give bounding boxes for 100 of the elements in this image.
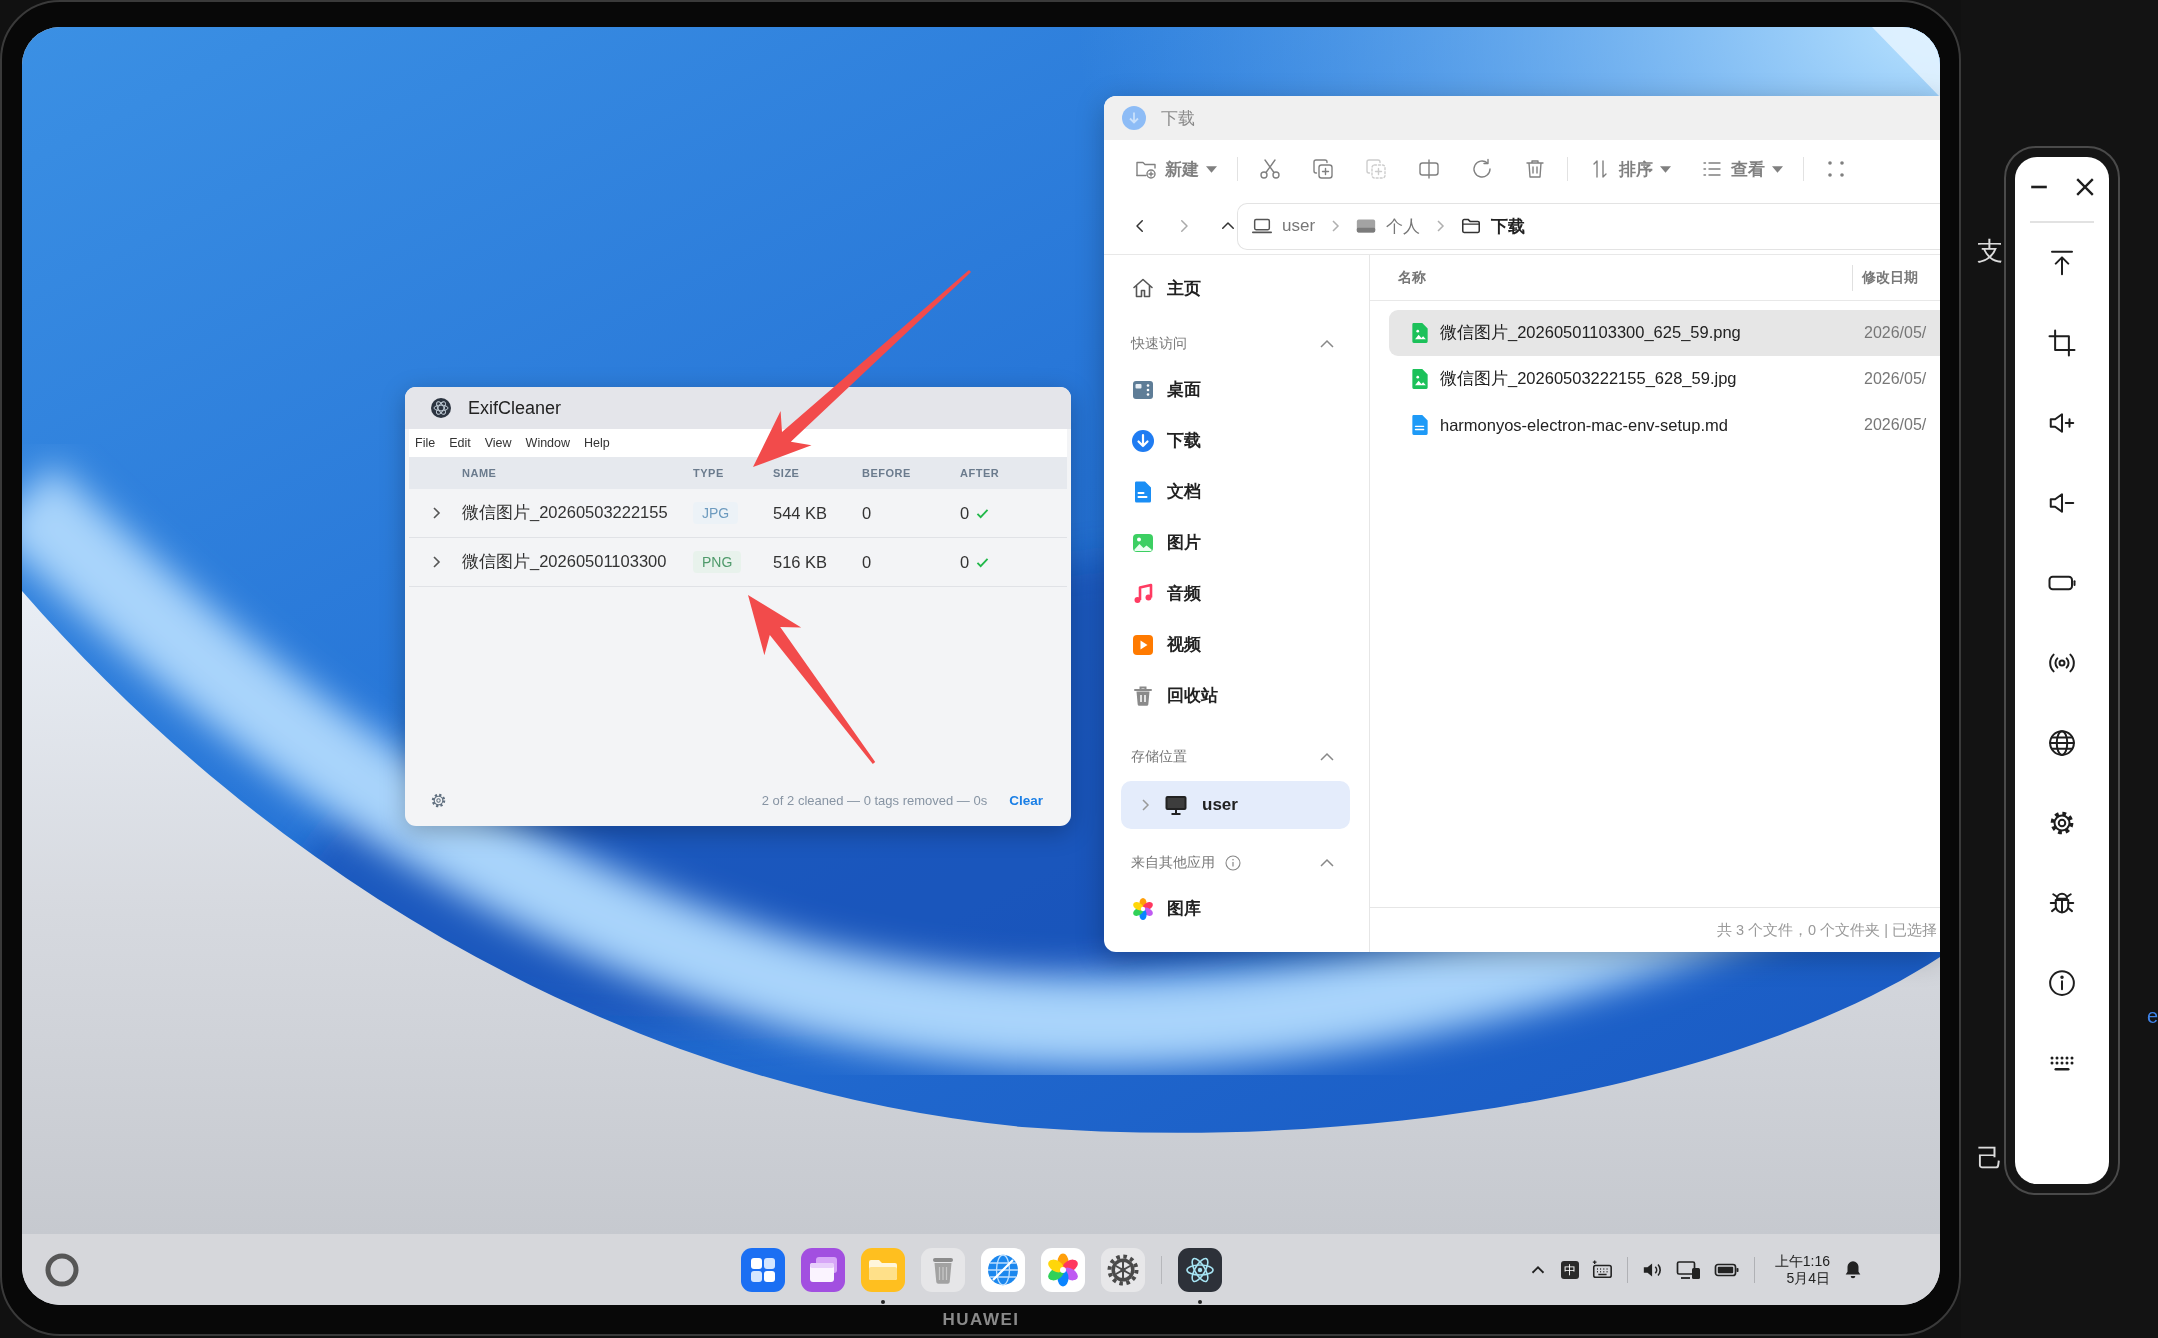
sidebar-item[interactable]: 回收站 xyxy=(1104,670,1369,721)
clear-button[interactable]: Clear xyxy=(1009,790,1043,810)
sidebar-item[interactable]: 下载 xyxy=(1104,415,1369,466)
brand-label: HUAWEI xyxy=(942,1309,1020,1330)
input-method-indicator[interactable]: 中 xyxy=(1560,1260,1579,1279)
menu-item[interactable]: Edit xyxy=(449,436,471,450)
document-file-icon xyxy=(1411,414,1429,436)
sidebar-item[interactable]: 图片 xyxy=(1104,517,1369,568)
file-type-tag: JPG xyxy=(693,502,739,524)
chevron-right-icon xyxy=(1435,218,1446,234)
image-file-icon xyxy=(1411,322,1429,344)
crop-icon[interactable] xyxy=(2047,327,2077,358)
modified-date: 2026/05/ xyxy=(1864,324,1928,342)
view-button[interactable]: 查看 xyxy=(1700,157,1783,181)
modified-date: 2026/05/ xyxy=(1864,370,1928,388)
breadcrumb-item[interactable]: user xyxy=(1282,216,1316,236)
menu-item[interactable]: File xyxy=(415,436,436,450)
breadcrumb-item[interactable]: 下载 xyxy=(1491,214,1526,238)
sidebar-item[interactable]: 图库 xyxy=(1104,883,1369,934)
file-row[interactable]: harmonyos-electron-mac-env-setup.md 2026/05/ xyxy=(1389,402,1940,448)
menu-item[interactable]: Window xyxy=(525,436,571,450)
background-text: 支 xyxy=(1977,236,2004,266)
address-bar[interactable]: user 个人 下载 xyxy=(1237,202,1940,250)
atom-app-icon[interactable] xyxy=(1177,1248,1222,1292)
keyboard-icon[interactable] xyxy=(1590,1258,1613,1281)
collapse-chevron-icon[interactable] xyxy=(1319,752,1335,762)
column-header: TYPE xyxy=(693,467,725,479)
atom-logo-icon xyxy=(431,398,451,418)
file-row[interactable]: 微信图片_20260503222155_628_59.jpg 2026/05/ xyxy=(1389,356,1940,402)
menu-item[interactable]: View xyxy=(484,436,512,450)
column-header: NAME xyxy=(462,467,498,479)
window-title: 下载 xyxy=(1161,107,1195,130)
flower-icon xyxy=(1131,896,1155,921)
file-name-text: 微信图片_20260503222155 xyxy=(462,502,669,523)
caret-icon xyxy=(1772,165,1783,173)
clock-date: 5月4日 xyxy=(1786,1269,1830,1287)
file-name: 微信图片_20260501103300_625_59.png xyxy=(1440,322,1741,343)
download-badge-icon xyxy=(1122,106,1146,130)
download-icon xyxy=(1131,428,1155,453)
window-title: ExifCleaner xyxy=(468,397,562,419)
file-type-tag: PNG xyxy=(693,551,742,573)
collapse-chevron-icon[interactable] xyxy=(1319,858,1335,868)
section-title: 快速访问 xyxy=(1131,335,1187,353)
home-icon xyxy=(1131,276,1155,300)
status-text: 2 of 2 cleaned — 0 tags removed — 0s xyxy=(761,792,988,808)
menu-item[interactable]: Help xyxy=(584,436,610,450)
link-text[interactable]: e xyxy=(2146,1004,2158,1028)
globe-icon[interactable] xyxy=(2047,727,2077,758)
breadcrumb-item[interactable]: 个人 xyxy=(1386,214,1421,238)
collapse-chevron-icon[interactable] xyxy=(1319,339,1335,349)
clock-time: 上午1:16 xyxy=(1774,1252,1830,1270)
after-count: 0 xyxy=(960,552,970,572)
file-name-text: 微信图片_20260501103300 xyxy=(462,551,668,572)
rotate-icon[interactable] xyxy=(1470,157,1494,181)
section-title: 来自其他应用 xyxy=(1131,854,1215,872)
chevron-right-icon xyxy=(1330,218,1341,234)
column-header[interactable]: 名称 xyxy=(1398,268,1426,287)
copy-icon[interactable] xyxy=(1311,157,1335,181)
sort-button[interactable]: 排序 xyxy=(1588,157,1671,181)
after-count: 0 xyxy=(960,503,970,523)
split-icon[interactable] xyxy=(1417,157,1441,181)
sidebar-item[interactable]: 视频 xyxy=(1104,619,1369,670)
before-count: 0 xyxy=(862,503,873,523)
before-count: 0 xyxy=(862,552,873,572)
background-text: 己 xyxy=(1977,1143,2004,1173)
windows-icon[interactable] xyxy=(800,1248,845,1292)
sidebar-item[interactable]: 桌面 xyxy=(1104,364,1369,415)
launcher-ring-icon[interactable] xyxy=(44,1251,80,1288)
file-name: harmonyos-electron-mac-env-setup.md xyxy=(1440,415,1728,435)
monitor-icon xyxy=(1164,793,1188,817)
scissors-icon[interactable] xyxy=(1258,157,1282,181)
caret-icon xyxy=(1206,165,1217,173)
file-size-text: 544 KB xyxy=(773,503,829,523)
app-grid-icon[interactable] xyxy=(740,1248,785,1292)
modified-date: 2026/05/ xyxy=(1864,416,1928,434)
flower-app-icon[interactable] xyxy=(1040,1248,1085,1292)
column-header: AFTER xyxy=(960,467,1001,479)
file-name: 微信图片_20260503222155_628_59.jpg xyxy=(1440,368,1737,389)
new-button[interactable]: 新建 xyxy=(1134,157,1217,181)
sidebar-item[interactable]: 文档 xyxy=(1104,466,1369,517)
section-title: 存储位置 xyxy=(1131,748,1187,766)
globe-app-icon[interactable] xyxy=(980,1248,1025,1292)
image-file-icon xyxy=(1411,368,1429,390)
chevron-right-icon[interactable] xyxy=(430,506,441,520)
sidebar-item[interactable]: 音频 xyxy=(1104,568,1369,619)
trash-icon[interactable] xyxy=(1523,157,1547,181)
chevron-right-icon[interactable] xyxy=(430,555,441,569)
trash-app-icon[interactable] xyxy=(920,1248,965,1292)
gear-app-icon[interactable] xyxy=(1100,1248,1145,1292)
sidebar-item[interactable]: 主页 xyxy=(1104,263,1369,313)
sidebar-item[interactable]: user xyxy=(1121,781,1350,829)
play-icon xyxy=(1131,632,1155,657)
column-header: BEFORE xyxy=(862,467,912,479)
caret-icon xyxy=(1660,165,1671,173)
status-text: 共 3 个文件，0 个文件夹 | 已选择 xyxy=(1716,920,1937,940)
column-header[interactable]: 修改日期 xyxy=(1853,268,1940,287)
column-header: SIZE xyxy=(773,467,801,479)
file-size-text: 516 KB xyxy=(773,552,829,572)
info-icon[interactable] xyxy=(2047,967,2077,998)
file-row[interactable]: 微信图片_20260501103300_625_59.png 2026/05/ xyxy=(1389,310,1940,356)
